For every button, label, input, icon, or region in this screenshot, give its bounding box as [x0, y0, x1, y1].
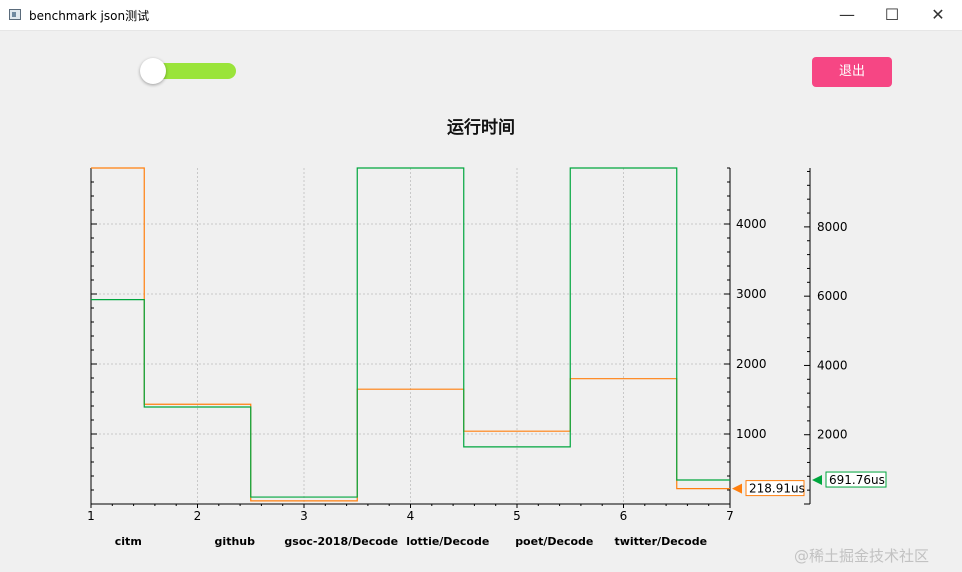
y2-tick-label: 8000: [817, 220, 848, 234]
x-tick-label: 3: [300, 509, 308, 523]
x-tick-label: 1: [87, 509, 95, 523]
category-label: twitter/Decode: [614, 535, 707, 548]
end-value-label: 218.91us: [749, 482, 805, 496]
y2-tick-label: 6000: [817, 289, 848, 303]
y2-tick-label: 2000: [817, 428, 848, 442]
y1-tick-label: 4000: [736, 217, 767, 231]
x-tick-label: 2: [194, 509, 202, 523]
y1-tick-label: 3000: [736, 287, 767, 301]
end-value-label: 691.76us: [829, 473, 885, 487]
watermark: @稀土掘金技术社区: [794, 547, 930, 565]
end-value-marker: [812, 475, 822, 486]
end-value-marker: [732, 483, 742, 494]
category-label: poet/Decode: [515, 535, 593, 548]
x-tick-label: 4: [407, 509, 415, 523]
category-label: citm: [115, 535, 142, 548]
category-label: gsoc-2018/Decode: [284, 535, 398, 548]
y1-tick-label: 1000: [736, 427, 767, 441]
x-tick-label: 6: [620, 509, 628, 523]
runtime-chart: 1000 2000 3000 4000 2000 4000 6000 8000 1 2 3 4 5 6 7 c…: [87, 167, 887, 548]
y1-tick-label: 2000: [736, 357, 767, 371]
x-tick-label: 5: [513, 509, 521, 523]
y2-tick-label: 4000: [817, 358, 848, 372]
category-label: github: [215, 535, 256, 548]
x-tick-label: 7: [726, 509, 734, 523]
category-label: lottie/Decode: [406, 535, 489, 548]
